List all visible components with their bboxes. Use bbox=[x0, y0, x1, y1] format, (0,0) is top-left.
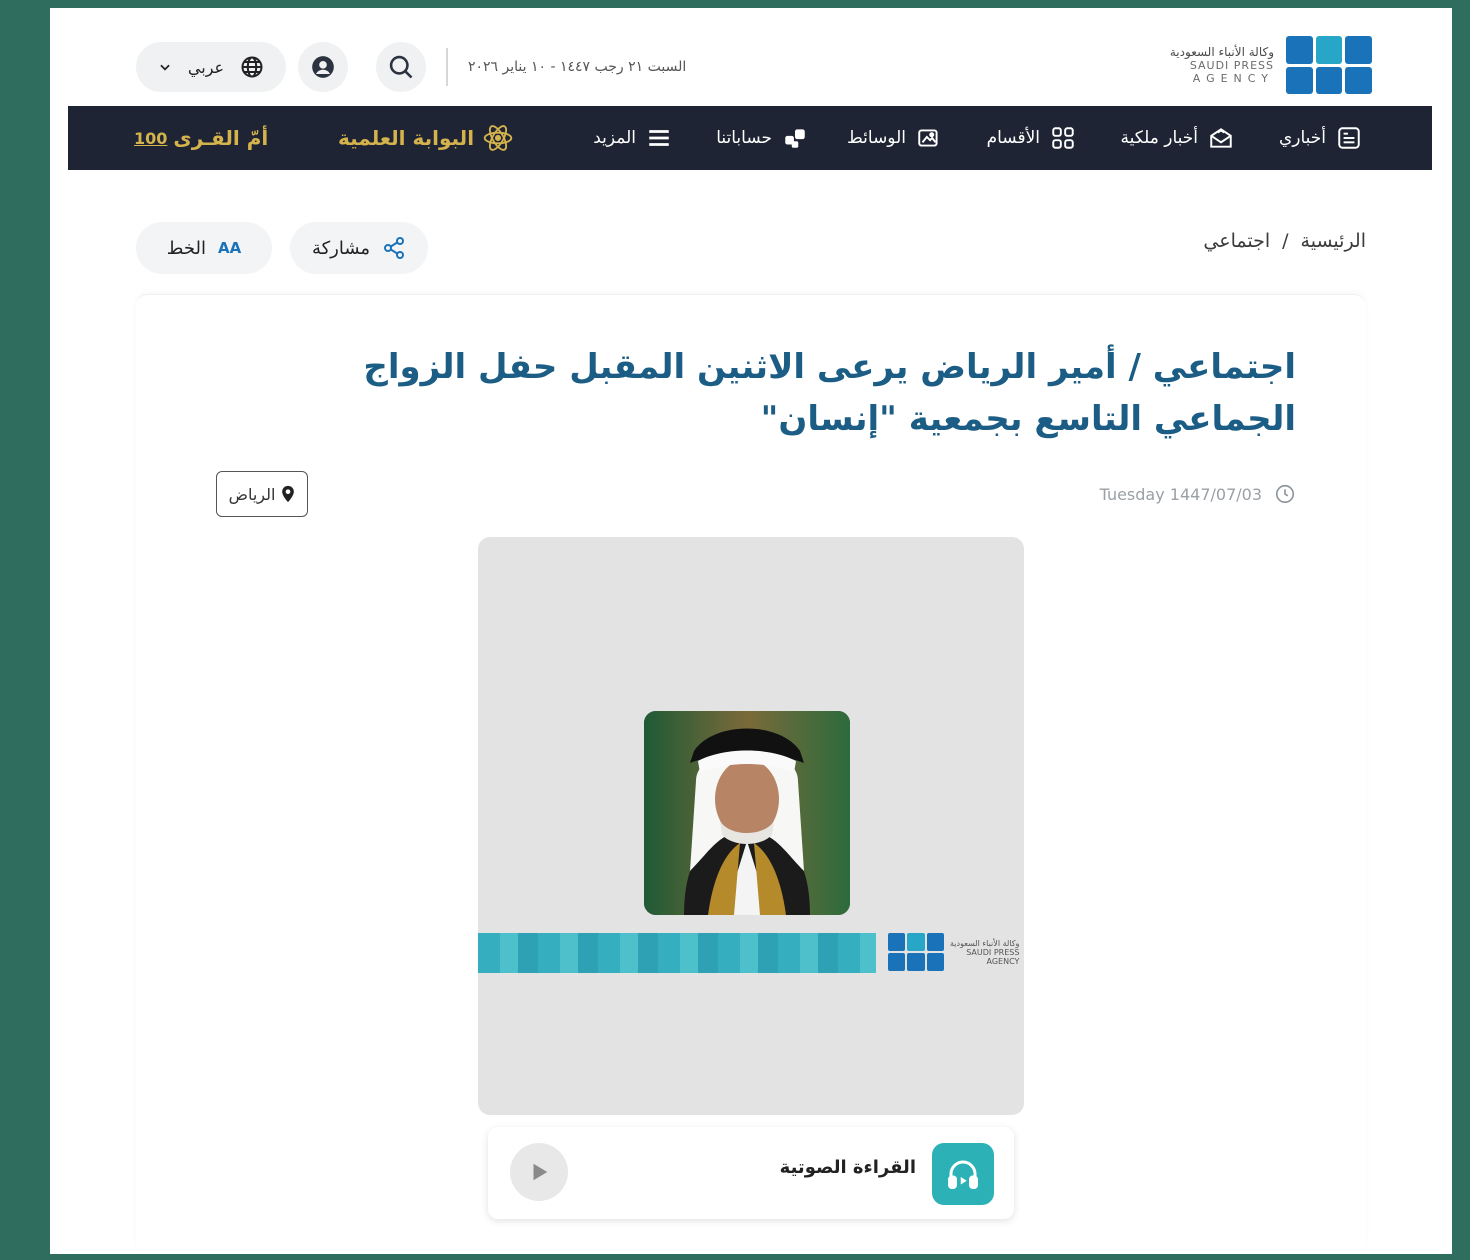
font-size-icon: AA bbox=[218, 239, 242, 257]
royal-mail-icon bbox=[1208, 125, 1234, 151]
search-button[interactable] bbox=[376, 42, 426, 92]
language-selector[interactable]: عربي bbox=[136, 42, 286, 92]
media-icon bbox=[916, 125, 942, 151]
font-label: الخط bbox=[166, 237, 206, 259]
location-label: الرياض bbox=[228, 484, 276, 504]
header-divider bbox=[446, 48, 448, 86]
breadcrumb: الرئيسية / اجتماعي bbox=[1203, 230, 1366, 252]
nav-item-media[interactable]: الوسائط bbox=[847, 106, 942, 170]
language-label: عربي bbox=[187, 57, 225, 77]
nav-item-sections[interactable]: الأقسام bbox=[987, 106, 1076, 170]
article-title: اجتماعي / أمير الرياض يرعى الاثنين المقب… bbox=[363, 347, 1296, 439]
spa-watermark-logo: وكالة الأنباء السعودية SAUDI PRESS AGENC… bbox=[888, 933, 1019, 971]
share-label: مشاركة bbox=[311, 237, 371, 259]
nav-item-accounts[interactable]: حساباتنا bbox=[716, 106, 808, 170]
main-nav: أخباري أخبار ملكية الأقسام الوسائط حسابا… bbox=[68, 106, 1432, 170]
header-date: السبت ٢١ رجب ١٤٤٧ - ١٠ يناير ٢٠٢٦ bbox=[468, 59, 687, 75]
headphones-icon bbox=[932, 1143, 994, 1205]
share-icon bbox=[384, 237, 405, 259]
globe-icon bbox=[241, 56, 263, 78]
top-bar: وكالة الأنباء السعودية SAUDI PRESS AGENC… bbox=[68, 26, 1432, 112]
article-image[interactable]: وكالة الأنباء السعودية SAUDI PRESS AGENC… bbox=[478, 537, 1024, 1115]
nav-label: الوسائط bbox=[847, 128, 906, 148]
chevron-down-icon bbox=[160, 64, 170, 71]
science-portal-label: البوابة العلمية bbox=[338, 126, 475, 150]
breadcrumb-separator: / bbox=[1282, 230, 1289, 252]
nav-item-royal-news[interactable]: أخبار ملكية bbox=[1120, 106, 1234, 170]
user-icon bbox=[312, 56, 334, 78]
mini-logo-english1: SAUDI PRESS bbox=[966, 947, 1020, 957]
umm-alqura-link[interactable]: أمّ القـرى 100 bbox=[134, 106, 268, 170]
menu-icon bbox=[646, 125, 672, 151]
mini-logo-arabic: وكالة الأنباء السعودية bbox=[950, 938, 1020, 948]
article-date-row: Tuesday 1447/07/03 bbox=[1100, 483, 1296, 505]
article-card: اجتماعي / أمير الرياض يرعى الاثنين المقب… bbox=[136, 294, 1366, 1254]
nav-item-my-news[interactable]: أخباري bbox=[1279, 106, 1362, 170]
logo-english-line1: SAUDI PRESS bbox=[1189, 58, 1274, 72]
breadcrumb-current[interactable]: اجتماعي bbox=[1203, 230, 1270, 252]
portrait-photo bbox=[644, 711, 850, 915]
nav-label: أخبار ملكية bbox=[1120, 128, 1198, 148]
grid-icon bbox=[1050, 125, 1076, 151]
logo-english-line2: AGENCY bbox=[1192, 71, 1274, 85]
atom-icon bbox=[483, 125, 513, 151]
audio-player: القراءة الصوتية bbox=[488, 1127, 1014, 1219]
umm-alqura-badge: 100 bbox=[134, 128, 168, 148]
share-button[interactable]: مشاركة bbox=[290, 222, 428, 274]
logo-arabic-name: وكالة الأنباء السعودية bbox=[1169, 44, 1274, 59]
mini-logo-english2: AGENCY bbox=[986, 956, 1020, 966]
spa-logo-mark-icon bbox=[1286, 36, 1372, 94]
mini-logo-text: وكالة الأنباء السعودية SAUDI PRESS AGENC… bbox=[950, 939, 1019, 966]
search-icon bbox=[389, 55, 413, 79]
location-pin-icon bbox=[282, 485, 295, 503]
spa-logo[interactable]: وكالة الأنباء السعودية SAUDI PRESS AGENC… bbox=[1170, 36, 1372, 94]
play-icon bbox=[533, 1163, 548, 1181]
umm-alqura-label: أمّ القـرى bbox=[173, 126, 269, 150]
accounts-icon bbox=[782, 125, 808, 151]
account-button[interactable] bbox=[298, 42, 348, 92]
audio-label: القراءة الصوتية bbox=[779, 1157, 916, 1178]
location-tag[interactable]: الرياض bbox=[216, 471, 308, 517]
play-button[interactable] bbox=[510, 1143, 568, 1201]
logo-text: وكالة الأنباء السعودية SAUDI PRESS AGENC… bbox=[1169, 44, 1274, 85]
page-frame: وكالة الأنباء السعودية SAUDI PRESS AGENC… bbox=[50, 8, 1452, 1254]
font-size-button[interactable]: AA الخط bbox=[136, 222, 272, 274]
science-portal-link[interactable]: البوابة العلمية bbox=[338, 106, 514, 170]
nav-label: المزيد bbox=[593, 128, 636, 148]
nav-label: الأقسام bbox=[986, 128, 1040, 148]
spa-mini-mark-icon bbox=[888, 933, 944, 971]
news-icon bbox=[1336, 125, 1362, 151]
nav-label: أخباري bbox=[1278, 128, 1326, 148]
spa-brand-band bbox=[478, 933, 876, 973]
nav-item-more[interactable]: المزيد bbox=[593, 106, 672, 170]
breadcrumb-home[interactable]: الرئيسية bbox=[1301, 230, 1366, 252]
nav-label: حساباتنا bbox=[716, 128, 772, 148]
article-date: Tuesday 1447/07/03 bbox=[1099, 484, 1262, 504]
clock-icon bbox=[1275, 484, 1295, 504]
